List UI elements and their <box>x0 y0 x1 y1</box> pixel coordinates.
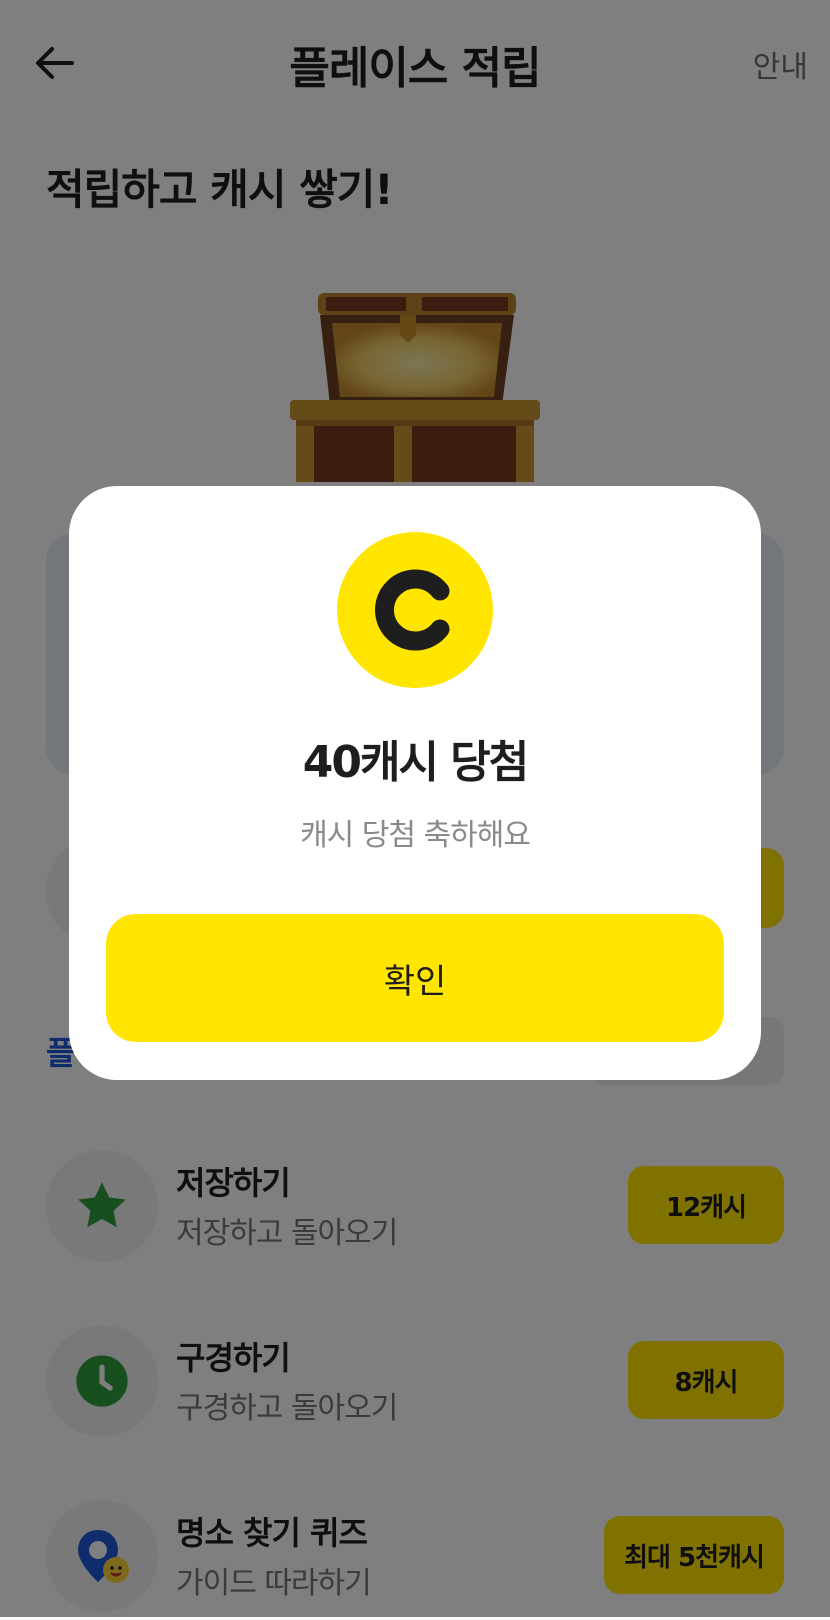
modal-title: 40캐시 당첨 <box>302 737 529 788</box>
reward-modal: 40캐시 당첨 캐시 당첨 축하해요 확인 <box>69 486 761 1080</box>
modal-subtitle: 캐시 당첨 축하해요 <box>300 818 531 853</box>
confirm-button[interactable]: 확인 <box>106 914 724 1042</box>
cash-coin <box>337 532 493 688</box>
cash-coin-icon <box>375 569 450 651</box>
